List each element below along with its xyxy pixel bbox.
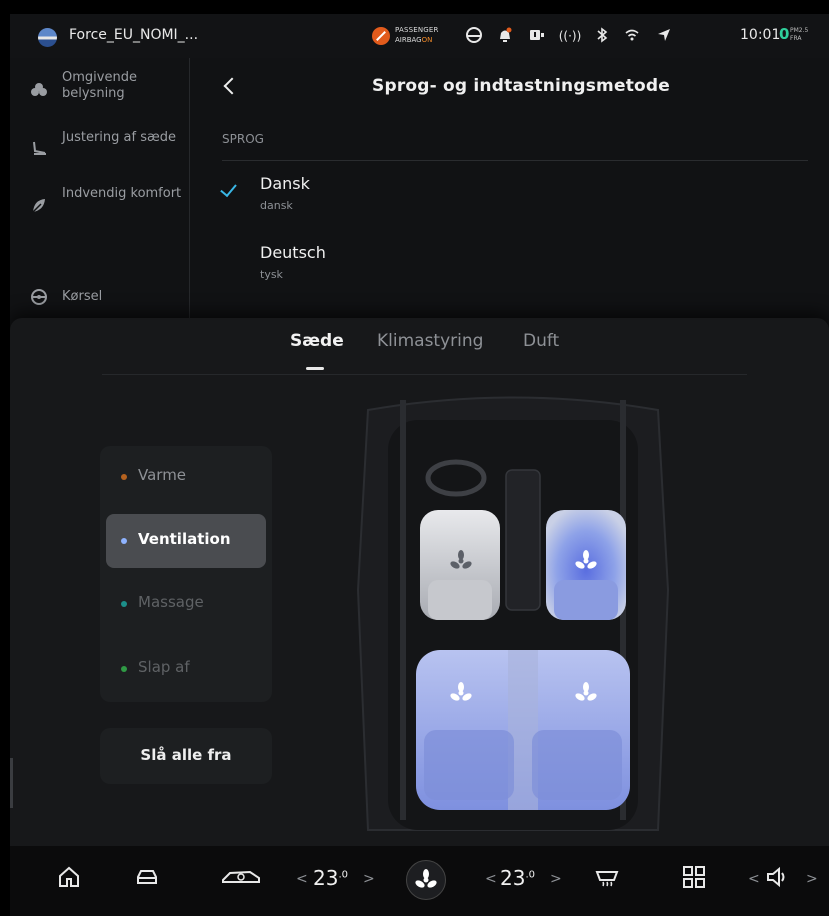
menu-label: Omgivende belysning (62, 70, 137, 101)
language-name: Dansk (260, 174, 310, 193)
mode-ventilation[interactable]: Ventilation (106, 514, 266, 568)
temp-left[interactable]: 23.0 (313, 866, 348, 890)
language-option-dansk[interactable]: Dansk dansk (260, 174, 310, 212)
fan-icon[interactable] (575, 682, 597, 708)
language-native-name: tysk (260, 268, 283, 281)
section-label: SPROG (222, 132, 264, 146)
sound-icon: ((·)) (558, 29, 582, 43)
bluetooth-icon (594, 26, 610, 46)
status-dot (121, 474, 127, 480)
passenger-airbag-indicator: PASSENGER AIRBAGON (372, 25, 454, 47)
fan-button[interactable] (406, 860, 446, 900)
language-native-name: dansk (260, 199, 293, 212)
bottom-dock: < 23.0 > < 23.0 > < > (10, 846, 829, 916)
fan-icon[interactable] (575, 550, 597, 576)
settings-side-menu: Omgivende belysning Justering af sæde In… (10, 58, 190, 320)
wifi-icon (622, 26, 642, 46)
mode-relax[interactable]: Slap af (106, 642, 266, 696)
scrollbar[interactable] (10, 758, 13, 808)
pm25-value[interactable]: 0 (779, 25, 789, 43)
steering-icon (30, 288, 48, 306)
menu-label: Justering af sæde (62, 130, 176, 145)
temp-left-increase[interactable]: > (363, 871, 375, 887)
mode-label: Ventilation (138, 530, 231, 548)
airbag-icon (372, 27, 390, 45)
menu-item-seat-adjust[interactable]: Justering af sæde (10, 126, 190, 170)
car-icon[interactable] (134, 864, 164, 898)
check-icon (221, 183, 239, 195)
menu-label: Kørsel (62, 289, 103, 304)
volume-icon[interactable] (764, 864, 792, 898)
airbag-state: AIRBAGON (395, 36, 433, 44)
camera-icon (527, 26, 547, 46)
volume-decrease[interactable]: < (748, 871, 760, 887)
profile-name[interactable]: Force_EU_NOMI_... (69, 27, 198, 43)
page-title: Sprog- og indtastningsmetode (372, 76, 670, 96)
leaf-icon (30, 196, 48, 214)
temp-right-increase[interactable]: > (550, 871, 562, 887)
menu-item-interior-comfort[interactable]: Indvendig komfort (10, 182, 190, 226)
screen: Force_EU_NOMI_... PASSENGER AIRBAGON ((·… (10, 14, 829, 916)
location-icon (654, 26, 674, 46)
home-icon[interactable] (56, 864, 86, 898)
mode-label: Varme (138, 466, 187, 484)
airbag-label: PASSENGER (395, 26, 439, 34)
language-option-deutsch[interactable]: Deutsch tysk (260, 243, 326, 281)
menu-item-ambient-light[interactable]: Omgivende belysning (10, 66, 190, 110)
menu-label: Indvendig komfort (62, 186, 182, 201)
back-button[interactable] (221, 74, 241, 98)
fan-icon[interactable] (450, 682, 472, 708)
menu-item-driving[interactable]: Kørsel (10, 280, 190, 316)
car-autopilot-icon[interactable] (220, 864, 264, 898)
seat-mode-group: Varme Ventilation Massage Slap af (100, 446, 272, 702)
temp-right-decrease[interactable]: < (485, 871, 497, 887)
status-dot (121, 666, 127, 672)
language-settings-page: Sprog- og indtastningsmetode SPROG Dansk… (191, 58, 829, 320)
profile-avatar[interactable] (38, 28, 57, 47)
volume-increase[interactable]: > (806, 871, 818, 887)
seat-adjust-icon (30, 140, 48, 158)
tab-scent[interactable]: Duft (523, 331, 559, 351)
defrost-icon[interactable] (594, 864, 624, 898)
temp-right[interactable]: 23.0 (500, 866, 535, 890)
pm25-quality: FRA (790, 35, 802, 42)
mode-massage[interactable]: Massage (106, 577, 266, 631)
car-top-view (328, 390, 698, 840)
divider (222, 160, 808, 161)
language-name: Deutsch (260, 243, 326, 262)
tab-climate[interactable]: Klimastyring (377, 331, 483, 351)
pm25-label: PM2.5 (790, 27, 809, 34)
temp-left-decrease[interactable]: < (296, 871, 308, 887)
ambient-light-icon (30, 80, 48, 98)
status-bar: Force_EU_NOMI_... PASSENGER AIRBAGON ((·… (10, 14, 829, 58)
all-off-button[interactable]: Slå alle fra (100, 728, 272, 784)
mode-label: Massage (138, 593, 204, 611)
fan-icon (450, 550, 472, 576)
mode-label: Slap af (138, 658, 190, 676)
mode-heat[interactable]: Varme (106, 450, 266, 504)
fan-icon (415, 869, 437, 895)
all-off-label: Slå alle fra (140, 746, 232, 764)
bell-icon (495, 26, 515, 46)
tab-seat[interactable]: Sæde (290, 331, 344, 351)
climate-panel: Sæde Klimastyring Duft Varme Ventilation… (10, 318, 829, 846)
divider (102, 374, 747, 375)
apps-icon[interactable] (681, 864, 711, 898)
status-dot (121, 601, 127, 607)
clock: 10:01 (740, 27, 781, 43)
active-tab-indicator (306, 367, 324, 370)
status-dot (121, 538, 127, 544)
steering-wheel-icon (464, 26, 484, 46)
